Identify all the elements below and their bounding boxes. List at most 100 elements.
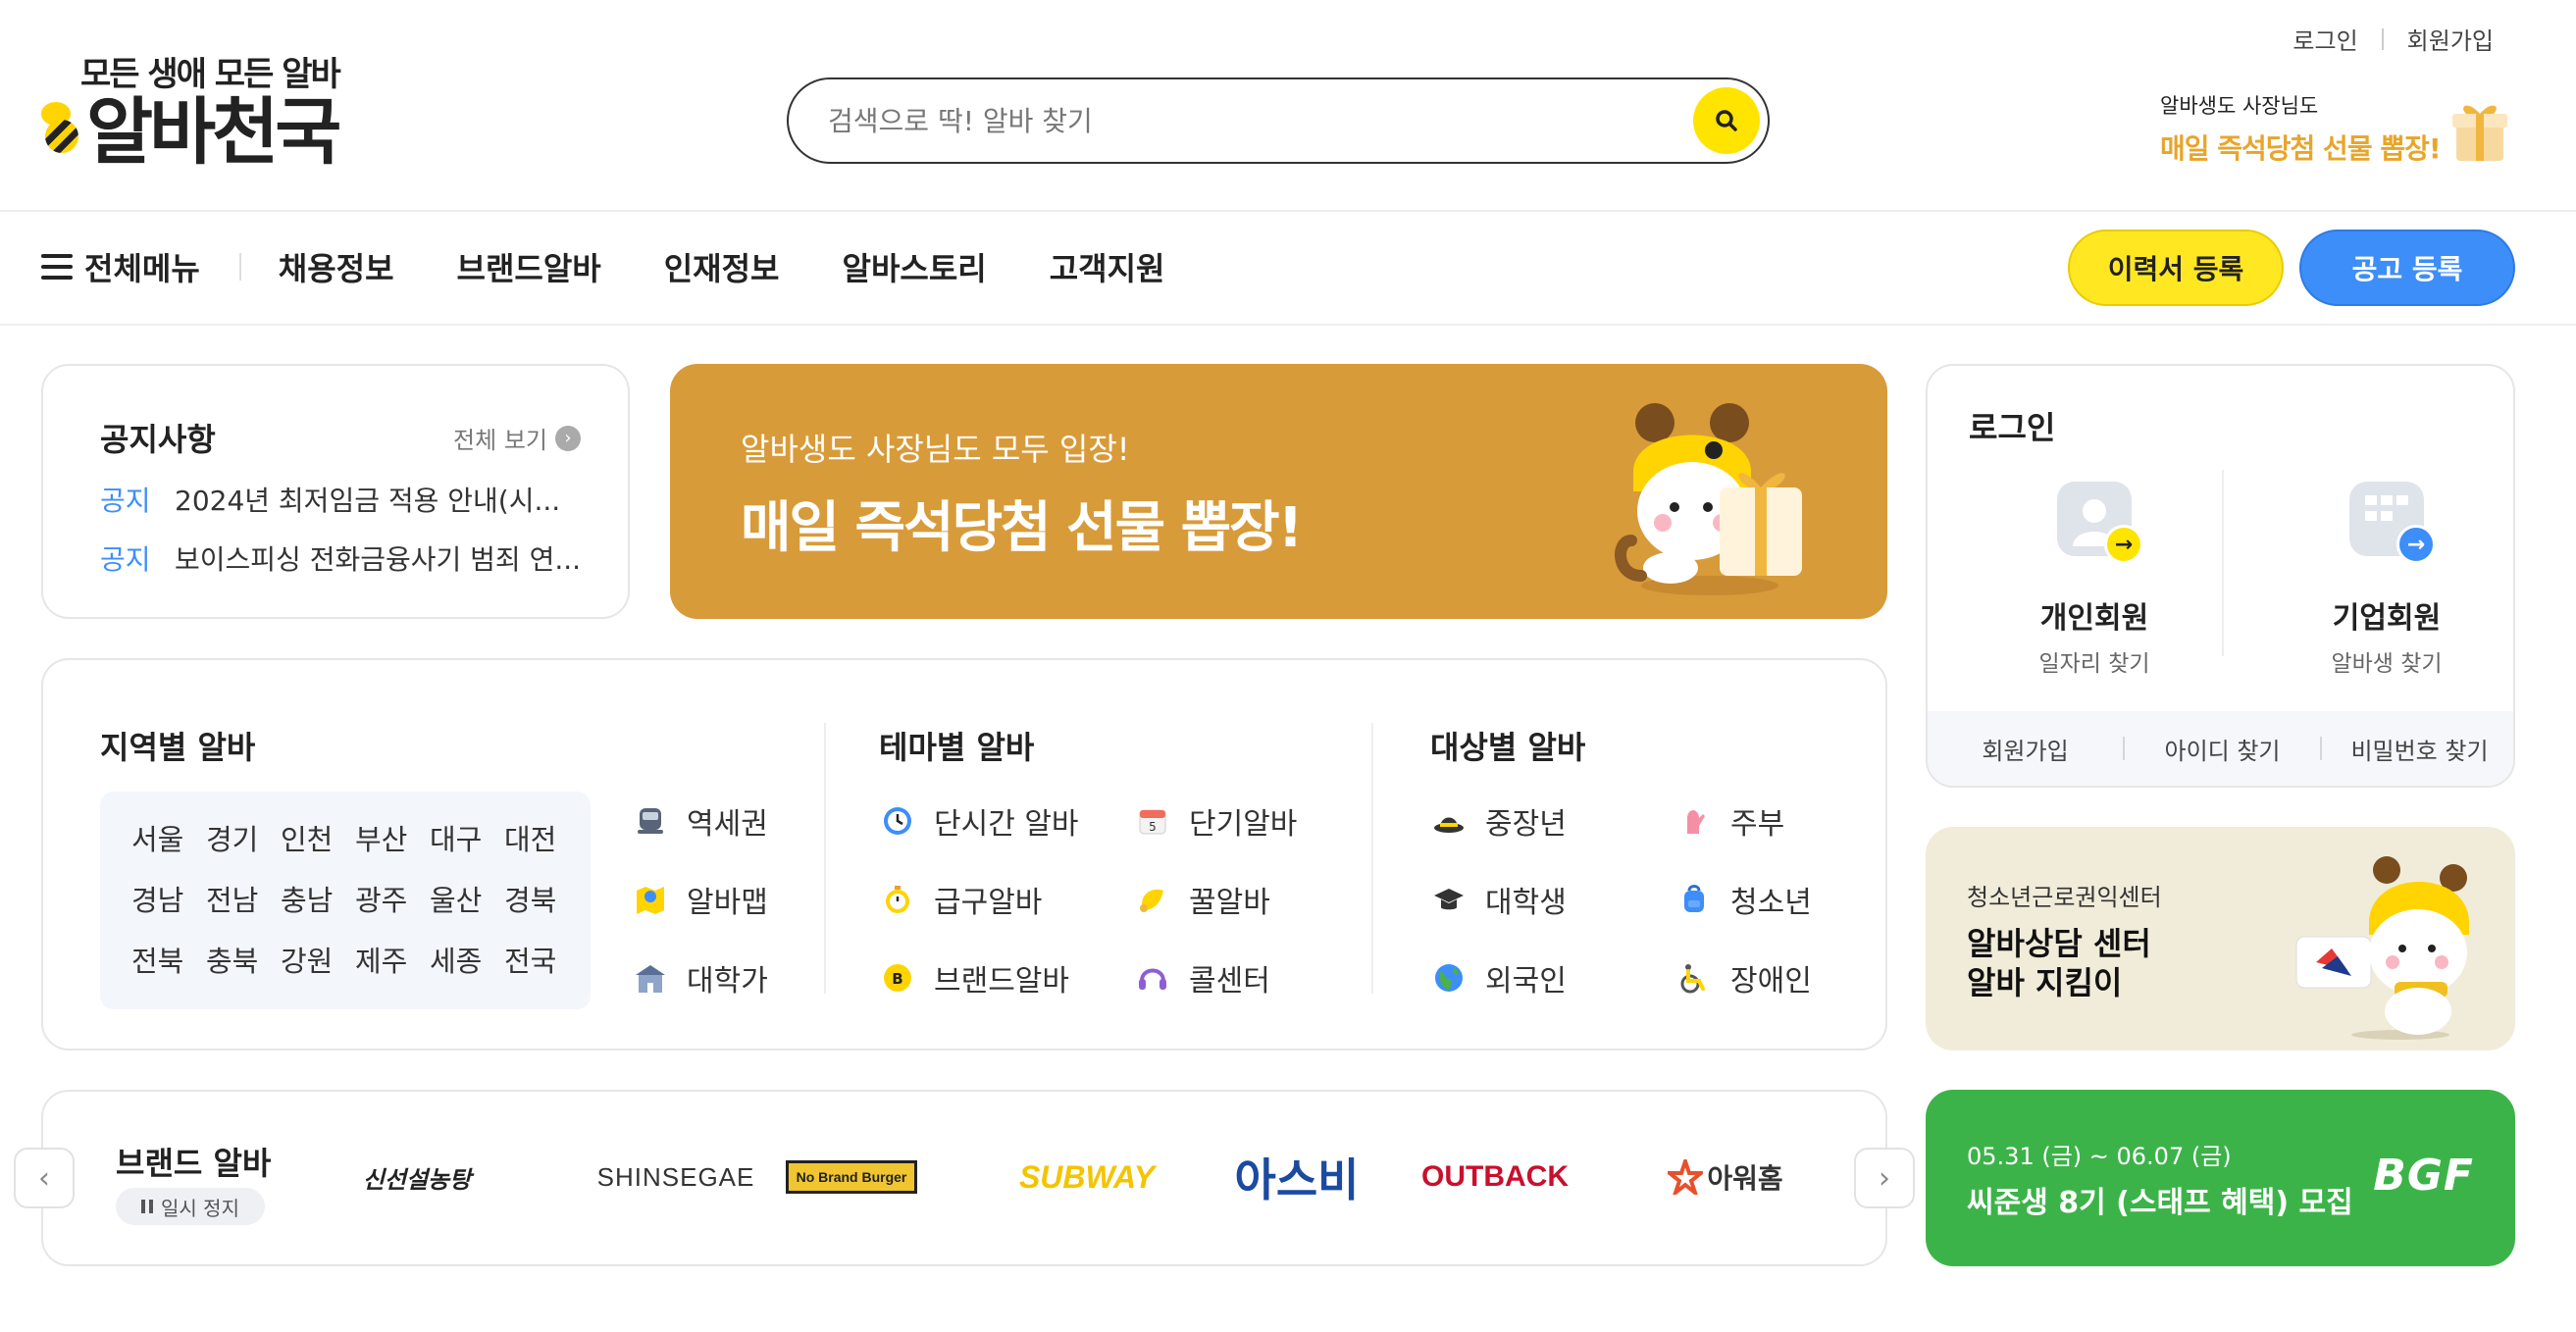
resume-register-button[interactable]: 이력서 등록 — [2068, 230, 2284, 306]
mascot-with-gift-icon — [1615, 403, 1802, 595]
globe-icon — [1430, 959, 1468, 997]
bgf-recruit-banner[interactable]: 05.31 (금) ~ 06.07 (금) 씨준생 8기 (스태프 혜택) 모집… — [1926, 1090, 2515, 1266]
search-bar — [787, 77, 1770, 164]
region-link[interactable]: 경기 — [206, 817, 281, 858]
target-item-label: 청소년 — [1730, 886, 1812, 920]
theme-item-label: 단기알바 — [1189, 807, 1298, 842]
youth-counsel-banner[interactable]: 청소년근로권익센터 알바상담 센터 알바 지킴이 — [1926, 827, 2515, 1050]
target-item-label: 대학생 — [1485, 886, 1567, 920]
nav-item-support[interactable]: 고객지원 — [1050, 244, 1165, 289]
header-promo-big: 매일 즉석당첨 선물 뽑장! — [2160, 132, 2442, 165]
brand-logo-subway[interactable]: SUBWAY — [993, 1143, 1181, 1211]
banner-title: 매일 즉석당첨 선물 뽑장! — [741, 496, 1303, 560]
region-link[interactable]: 인천 — [281, 817, 355, 858]
notice-view-all-link[interactable]: 전체 보기 › — [453, 421, 581, 455]
brand-badge-icon: B — [879, 959, 916, 997]
region-link[interactable]: 전남 — [206, 878, 281, 919]
notice-item[interactable]: 공지 보이스피싱 전화금융사기 범죄 연... — [100, 538, 581, 578]
nav-item-jobs[interactable]: 채용정보 — [279, 244, 394, 289]
signup-link[interactable]: 회원가입 — [1928, 732, 2123, 766]
region-link[interactable]: 충남 — [281, 878, 355, 919]
gift-box-icon — [2452, 105, 2507, 161]
nav-item-talent[interactable]: 인재정보 — [664, 244, 780, 289]
notice-view-all-label: 전체 보기 — [453, 427, 547, 454]
ourhome-star-icon — [1668, 1159, 1704, 1195]
theme-item[interactable]: 5 단기알바 — [1134, 799, 1297, 843]
theme-item[interactable]: 콜센터 — [1134, 956, 1270, 999]
theme-item[interactable]: 단시간 알바 — [879, 799, 1079, 843]
region-link[interactable]: 전국 — [504, 939, 579, 980]
region-link[interactable]: 전북 — [131, 939, 206, 980]
nav-item-story[interactable]: 알바스토리 — [843, 244, 987, 289]
region-link[interactable]: 광주 — [355, 878, 430, 919]
target-section-title: 대상별 알바 — [1430, 729, 1586, 766]
brand-logo-shinsegae[interactable]: SHINSEGAE — [553, 1143, 799, 1211]
carousel-next-button[interactable]: › — [1854, 1148, 1915, 1208]
personal-member-login[interactable]: → 개인회원 일자리 찾기 — [1967, 482, 2222, 678]
brand-logo-ourhome[interactable]: 아워홈 — [1652, 1143, 1799, 1211]
notice-item[interactable]: 공지 2024년 최저임금 적용 안내(시... — [100, 480, 560, 519]
promo-banner[interactable]: 알바생도 사장님도 모두 입장! 매일 즉석당첨 선물 뽑장! — [670, 364, 1887, 619]
notice-text: 2024년 최저임금 적용 안내(시... — [175, 485, 561, 517]
target-item[interactable]: 청소년 — [1675, 878, 1812, 921]
region-link-station[interactable]: 역세권 — [632, 799, 768, 843]
youth-title-line2: 알바 지킴이 — [1967, 964, 2123, 1001]
all-menu-button[interactable]: 전체메뉴 — [41, 244, 200, 289]
brand-logo-outback[interactable]: OUTBACK — [1417, 1143, 1573, 1211]
building-avatar-icon: → — [2349, 482, 2436, 564]
theme-item[interactable]: B 브랜드알바 — [879, 956, 1069, 999]
login-title: 로그인 — [1969, 409, 2056, 446]
header-promo[interactable]: 알바생도 사장님도 매일 즉석당첨 선물 뽑장! — [2160, 90, 2442, 167]
target-item[interactable]: 대학생 — [1430, 878, 1567, 921]
nav-item-brand[interactable]: 브랜드알바 — [457, 244, 601, 289]
notice-text: 보이스피싱 전화금융사기 범죄 연... — [175, 543, 582, 576]
find-id-link[interactable]: 아이디 찾기 — [2125, 732, 2320, 766]
carousel-pause-button[interactable]: 일시 정지 — [116, 1188, 265, 1225]
find-password-link[interactable]: 비밀번호 찾기 — [2322, 732, 2513, 766]
university-icon — [632, 959, 669, 997]
target-item-label: 외국인 — [1485, 964, 1567, 999]
region-link[interactable]: 충북 — [206, 939, 281, 980]
target-item[interactable]: 주부 — [1675, 799, 1784, 843]
region-link[interactable]: 대전 — [504, 817, 579, 858]
region-link-label: 대학가 — [687, 964, 768, 999]
region-link[interactable]: 울산 — [430, 878, 504, 919]
region-link-map[interactable]: 알바맵 — [632, 878, 768, 921]
backpack-icon — [1675, 881, 1713, 918]
theme-item-label: 꿀알바 — [1189, 886, 1270, 920]
banner-subtitle: 알바생도 사장님도 모두 입장! — [741, 431, 1130, 468]
top-links: 로그인 회원가입 — [2293, 22, 2494, 56]
region-link[interactable]: 서울 — [131, 817, 206, 858]
brand-logo-text: No Brand Burger — [785, 1160, 918, 1194]
site-logo[interactable]: 알바천국 — [41, 82, 341, 175]
target-item-label: 장애인 — [1730, 964, 1812, 999]
search-button[interactable] — [1693, 87, 1760, 154]
top-signup-link[interactable]: 회원가입 — [2407, 22, 2494, 56]
region-link[interactable]: 대구 — [430, 817, 504, 858]
theme-item[interactable]: 급구알바 — [879, 878, 1042, 921]
region-link[interactable]: 경남 — [131, 878, 206, 919]
header-promo-small: 알바생도 사장님도 — [2160, 94, 2319, 118]
region-link[interactable]: 세종 — [430, 939, 504, 980]
business-member-login[interactable]: → 기업회원 알바생 찾기 — [2259, 482, 2513, 678]
target-item[interactable]: 장애인 — [1675, 956, 1812, 999]
theme-item[interactable]: 꿀알바 — [1134, 878, 1270, 921]
divider — [1371, 723, 1373, 994]
map-icon — [632, 881, 669, 918]
region-link-university[interactable]: 대학가 — [632, 956, 768, 999]
region-link[interactable]: 강원 — [281, 939, 355, 980]
target-item[interactable]: 중장년 — [1430, 799, 1567, 843]
job-post-button[interactable]: 공고 등록 — [2299, 230, 2515, 306]
region-link[interactable]: 경북 — [504, 878, 579, 919]
notice-title: 공지사항 — [100, 421, 216, 458]
brand-logo-asubi[interactable]: 아스비 — [1218, 1143, 1375, 1211]
search-input[interactable] — [828, 104, 1672, 137]
brand-logo-shinseon[interactable]: 신선설농탕 — [343, 1143, 490, 1211]
brand-logo-nobrand[interactable]: No Brand Burger — [777, 1143, 926, 1211]
target-item[interactable]: 외국인 — [1430, 956, 1567, 999]
region-link[interactable]: 부산 — [355, 817, 430, 858]
login-footer-links: 회원가입 아이디 찾기 비밀번호 찾기 — [1928, 711, 2513, 786]
top-login-link[interactable]: 로그인 — [2293, 22, 2357, 56]
carousel-prev-button[interactable]: ‹ — [14, 1148, 75, 1208]
region-link[interactable]: 제주 — [355, 939, 430, 980]
